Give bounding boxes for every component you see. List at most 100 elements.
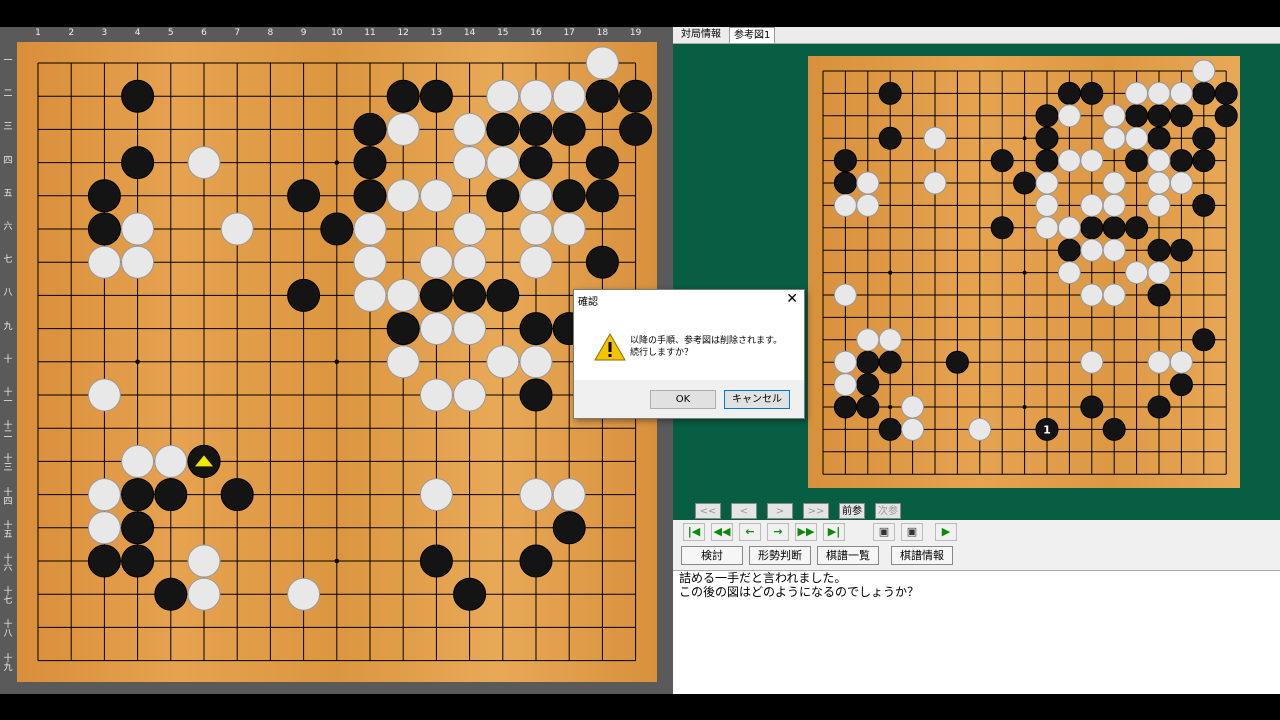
row-coordinate: 三 [3, 122, 13, 133]
black-stone [552, 511, 586, 545]
black-stone [1192, 149, 1216, 173]
stone-number: 1 [1043, 423, 1051, 436]
white-stone [1102, 283, 1126, 307]
black-stone [1214, 81, 1238, 105]
fast-forward-icon[interactable]: ▶▶ [795, 523, 817, 541]
white-stone [1147, 149, 1171, 173]
column-coordinate: 11 [364, 28, 376, 38]
column-coordinate: 5 [167, 28, 174, 38]
last-icon[interactable]: ▶| [823, 523, 845, 541]
record-list-button[interactable]: 棋譜一覧 [817, 546, 879, 565]
black-stone [154, 478, 188, 512]
column-coordinate: 15 [497, 28, 509, 38]
nav-last-button[interactable]: >> [803, 503, 829, 519]
column-coordinate: 13 [430, 28, 443, 38]
record-info-button[interactable]: 棋譜情報 [891, 546, 953, 565]
black-stone [220, 478, 254, 512]
position-judge-button[interactable]: 形勢判断 [749, 546, 811, 565]
white-stone [486, 146, 520, 180]
white-stone [552, 478, 586, 512]
black-stone [878, 81, 902, 105]
column-coordinate: 3 [101, 28, 108, 38]
comment-line: この後の図はどのようになるのでしょうか？ [679, 585, 920, 599]
white-stone [519, 478, 553, 512]
close-icon[interactable]: ✕ [786, 291, 798, 307]
black-stone [87, 212, 121, 246]
white-stone [1080, 149, 1104, 173]
star-point [1022, 270, 1027, 275]
black-stone [154, 577, 188, 611]
black-stone [486, 278, 520, 312]
black-stone [585, 179, 619, 213]
star-point [1022, 405, 1027, 409]
nav-next-button[interactable]: > [767, 503, 793, 519]
white-stone [519, 79, 553, 113]
white-stone [1102, 171, 1126, 195]
row-coordinate: 十七 [3, 587, 13, 607]
white-stone [453, 245, 487, 279]
white-stone [154, 444, 188, 478]
dialog-message: 続行しますか？ [630, 348, 694, 358]
nav-prev-button[interactable]: < [731, 503, 757, 519]
black-stone [1125, 104, 1149, 128]
white-stone [1192, 59, 1216, 83]
black-stone [519, 378, 553, 412]
back-icon[interactable]: ← [739, 523, 761, 541]
black-stone [878, 126, 902, 150]
row-coordinate: 十九 [3, 653, 13, 673]
tab-reference-diagram[interactable]: 参考図1 [729, 27, 776, 43]
black-stone [1192, 126, 1216, 150]
black-stone [1192, 193, 1216, 217]
black-stone [1035, 126, 1059, 150]
ok-button[interactable]: OK [650, 390, 716, 409]
nav-first-button[interactable]: << [695, 503, 721, 519]
star-point [888, 405, 893, 409]
white-stone [1102, 193, 1126, 217]
white-stone [856, 193, 880, 217]
black-stone [121, 511, 155, 545]
fast-back-icon[interactable]: ◀◀ [711, 523, 733, 541]
tab-game-info[interactable]: 対局情報 [677, 27, 725, 42]
black-stone [1147, 104, 1171, 128]
reference-go-board[interactable]: 1 [808, 56, 1240, 488]
black-stone [121, 544, 155, 578]
row-coordinate: 十四 [3, 487, 13, 507]
white-stone [833, 193, 857, 217]
white-stone [121, 444, 155, 478]
comment-line: 詰める一手だと言われました。 [679, 571, 847, 585]
review-button[interactable]: 検討 [681, 546, 743, 565]
first-icon[interactable]: |◀ [683, 523, 705, 541]
white-stone [833, 283, 857, 307]
white-stone [519, 245, 553, 279]
main-board-grid[interactable] [17, 42, 657, 682]
next-ref-button[interactable]: 次参 [875, 503, 901, 519]
prev-ref-button[interactable]: 前参 [839, 503, 865, 519]
white-stone [287, 577, 321, 611]
row-coordinate: 六 [3, 222, 13, 232]
column-coordinate: 9 [300, 28, 307, 38]
white-stone [419, 312, 453, 346]
white-stone [901, 417, 925, 441]
white-stone [87, 478, 121, 512]
black-stone [990, 149, 1014, 173]
cancel-button[interactable]: キャンセル [724, 390, 790, 409]
white-stone [453, 146, 487, 180]
black-stone [1013, 171, 1037, 195]
dialog-message: 以降の手順、参考図は削除されます。 [630, 336, 783, 346]
white-stone [1169, 81, 1193, 105]
reference-board-grid[interactable]: 1 [808, 56, 1240, 488]
play-icon[interactable]: ▶ [935, 523, 957, 541]
main-go-board[interactable] [17, 42, 657, 682]
black-stone [1169, 104, 1193, 128]
row-coordinate: 八 [3, 288, 13, 299]
comment-box[interactable]: 詰める一手だと言われました。 この後の図はどのようになるのでしょうか？ [673, 570, 1280, 694]
white-stone [833, 373, 857, 397]
import-icon[interactable]: ▣ [901, 523, 923, 541]
black-stone [453, 577, 487, 611]
white-stone [453, 112, 487, 146]
export-icon[interactable]: ▣ [873, 523, 895, 541]
row-coordinate: 九 [3, 321, 13, 332]
forward-icon[interactable]: → [767, 523, 789, 541]
black-stone [552, 179, 586, 213]
white-stone [1147, 81, 1171, 105]
